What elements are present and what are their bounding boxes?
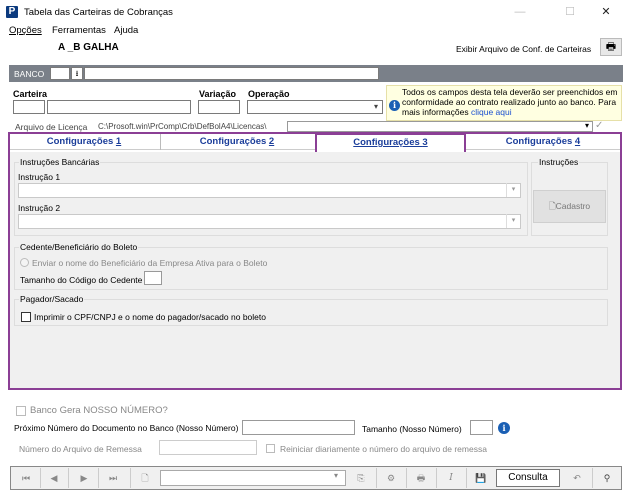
numero-arquivo-input[interactable] [159, 440, 257, 455]
delete-icon[interactable]: ⚙ [380, 469, 402, 487]
nav-separator [436, 468, 437, 488]
record-select[interactable] [160, 470, 346, 486]
menu-ajuda[interactable]: Ajuda [114, 25, 138, 36]
licenca-label: Arquivo de Licença [15, 122, 88, 132]
instrucao2-select[interactable] [18, 214, 521, 229]
print-icon[interactable]: 🖶 [410, 469, 432, 487]
document-icon: 🗋 [548, 201, 556, 211]
banco-code-input[interactable] [50, 67, 70, 80]
printer-icon: 🖶 [605, 41, 617, 53]
pagador-label: Pagador/Sacado [19, 294, 85, 304]
show-config-file-link[interactable]: Exibir Arquivo de Conf. de Carteiras [456, 44, 591, 54]
minimize-button[interactable]: — [506, 4, 534, 20]
previous-record-icon[interactable]: ◀ [43, 469, 65, 487]
tamanho-label: Tamanho (Nosso Número) [362, 424, 462, 434]
reiniciar-checkbox[interactable] [266, 444, 275, 453]
chevron-down-icon: ▾ [334, 471, 339, 480]
info-icon[interactable]: i [498, 422, 510, 434]
tab-configuracoes-1[interactable]: Configurações 1 [10, 134, 158, 150]
reiniciar-label: Reiniciar diariamente o número do arquiv… [280, 444, 487, 454]
tamanho-input[interactable] [470, 420, 493, 435]
copy-icon[interactable]: ⎘ [350, 469, 372, 487]
tab-configuracoes-2[interactable]: Configurações 2 [162, 134, 312, 150]
tab-configuracoes-3[interactable]: Configurações 3 [315, 133, 466, 153]
banco-name-input[interactable] [84, 67, 379, 80]
chevron-down-icon: ▾ [584, 121, 589, 130]
imprimir-cpf-checkbox[interactable] [21, 312, 31, 322]
nav-separator [68, 468, 69, 488]
operacao-select[interactable] [247, 100, 383, 114]
numero-arquivo-label: Número do Arquivo de Remessa [19, 444, 142, 454]
operacao-label: Operação [248, 89, 290, 99]
tamanho-cedente-label: Tamanho do Código do Cedente [20, 275, 143, 285]
italic-icon[interactable]: I [440, 469, 462, 487]
nav-separator [376, 468, 377, 488]
company-name: A _B GALHA [58, 42, 119, 53]
variacao-label: Variação [199, 89, 237, 99]
nav-separator [592, 468, 593, 488]
first-record-icon[interactable]: ⏮ [15, 469, 37, 487]
info-text: Todos os campos desta tela deverão ser p… [402, 87, 618, 117]
checkmark-icon[interactable]: ✓ [595, 120, 603, 131]
tab-separator [160, 134, 161, 150]
banco-gera-label: Banco Gera NOSSO NÚMERO? [30, 405, 168, 416]
carteira-code-input[interactable] [13, 100, 45, 114]
last-record-icon[interactable]: ⏭ [102, 469, 124, 487]
download-arrow-icon: ⭳ [75, 69, 79, 78]
tamanho-cedente-input[interactable] [144, 271, 162, 285]
menu-opcoes[interactable]: Opções [9, 25, 42, 36]
printer-button[interactable]: 🖶 [600, 38, 622, 56]
save-icon[interactable]: 💾 [470, 469, 492, 487]
enviar-nome-radio[interactable] [20, 258, 29, 267]
nav-separator [130, 468, 131, 488]
tab-configuracoes-4[interactable]: Configurações 4 [468, 134, 618, 150]
cedente-label: Cedente/Beneficiário do Boleto [19, 242, 139, 252]
instrucao1-label: Instrução 1 [18, 172, 61, 182]
chevron-down-icon: ▾ [373, 102, 378, 111]
banco-gera-checkbox[interactable] [16, 406, 26, 416]
nav-separator [40, 468, 41, 488]
banco-label: BANCO [14, 69, 45, 79]
binoculars-icon[interactable]: ⚲ [596, 469, 618, 487]
next-record-icon[interactable]: ▶ [73, 469, 95, 487]
instrucao1-select[interactable] [18, 183, 521, 198]
enviar-nome-label: Enviar o nome do Beneficiário da Empresa… [32, 258, 268, 268]
undo-icon[interactable]: ↶ [566, 469, 588, 487]
info-link[interactable]: clique aqui [471, 107, 512, 117]
info-icon: i [389, 100, 400, 111]
chevron-down-icon: ▾ [506, 183, 520, 197]
close-button[interactable]: ✕ [592, 4, 620, 20]
window-title: Tabela das Carteiras de Cobranças [24, 7, 173, 18]
imprimir-cpf-label: Imprimir o CPF/CNPJ e o nome do pagador/… [34, 312, 266, 322]
maximize-button[interactable]: ☐ [556, 4, 584, 20]
cadastro-button[interactable]: 🗋Cadastro [533, 190, 606, 223]
proximo-numero-label: Próximo Número do Documento no Banco (No… [14, 423, 239, 433]
nav-separator [98, 468, 99, 488]
licenca-path: C:\Prosoft.win\PrComp\Crb\DefBolA4\Licen… [98, 122, 267, 131]
carteira-name-input[interactable] [47, 100, 191, 114]
chevron-down-icon: ▾ [506, 214, 520, 228]
banco-search-button[interactable]: ⭳ [71, 67, 83, 80]
nav-separator [466, 468, 467, 488]
new-document-icon[interactable]: 🗋 [134, 469, 156, 487]
carteira-label: Carteira [13, 89, 48, 99]
licenca-select[interactable] [287, 121, 593, 132]
instrucoes-bancarias-label: Instruções Bancárias [19, 157, 101, 167]
app-icon: P [6, 6, 18, 18]
nav-separator [406, 468, 407, 488]
variacao-input[interactable] [198, 100, 240, 114]
instrucoes-label: Instruções [538, 157, 580, 167]
instrucao2-label: Instrução 2 [18, 203, 61, 213]
proximo-numero-input[interactable] [242, 420, 355, 435]
consulta-button[interactable]: Consulta [496, 469, 560, 487]
menu-ferramentas[interactable]: Ferramentas [52, 25, 106, 36]
